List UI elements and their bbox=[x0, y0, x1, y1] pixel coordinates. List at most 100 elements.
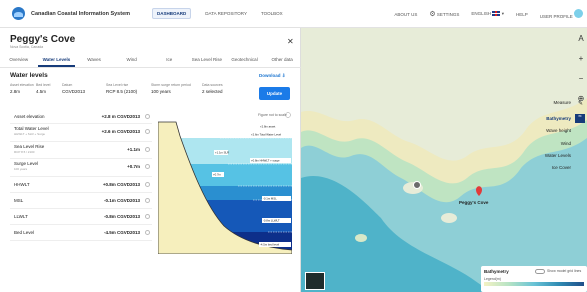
nav-toolbox[interactable]: TOOLBOX bbox=[261, 11, 283, 16]
zoom-in-button[interactable]: + bbox=[579, 54, 584, 63]
diagram-label: -0.8m LLWLT bbox=[263, 219, 280, 223]
legend-caption: Legend(m) bbox=[484, 277, 501, 281]
info-icon[interactable] bbox=[145, 198, 150, 203]
map-point-marker[interactable] bbox=[413, 181, 421, 189]
table-row: Asset elevation +2.8 m CGVD2013 bbox=[10, 110, 152, 124]
info-icon[interactable] bbox=[145, 147, 150, 152]
zoom-out-button[interactable]: − bbox=[579, 74, 584, 83]
layer-wind[interactable]: Wind bbox=[561, 141, 571, 146]
island bbox=[441, 213, 457, 223]
row-label: Total Water Level bbox=[14, 126, 49, 131]
table-row: Surge Level 100 years +0.7m bbox=[10, 159, 152, 177]
compass-icon[interactable]: A bbox=[578, 34, 583, 43]
bed-level-field[interactable]: Bed level 4.5m bbox=[36, 83, 50, 94]
page-title: Peggy's Cove bbox=[10, 34, 76, 45]
bathymetry-map bbox=[301, 28, 587, 292]
row-value: +2.8 m CGVD2013 bbox=[101, 114, 140, 119]
grid-lines-toggle[interactable] bbox=[535, 269, 545, 274]
row-value: +1.1m bbox=[127, 147, 140, 152]
user-profile-button[interactable]: USER PROFILE bbox=[540, 9, 583, 19]
tab-water-levels[interactable]: Water Levels bbox=[37, 54, 76, 67]
avatar bbox=[574, 9, 583, 18]
layer-water-levels[interactable]: Water Levels bbox=[545, 153, 571, 158]
map-legend: Bathymetry Show model grid lines Legend(… bbox=[481, 266, 587, 292]
layer-measure[interactable]: Measure bbox=[553, 100, 571, 105]
table-row: Bed Level -4.5m CGVD2013 bbox=[10, 225, 152, 241]
page-subtitle: Nova Scotia, Canada bbox=[10, 45, 44, 49]
language-selector[interactable]: ENGLISH ▾ bbox=[471, 11, 504, 17]
storm-surge-select[interactable]: Storm surge return period 100 years bbox=[151, 83, 191, 94]
info-icon[interactable] bbox=[145, 214, 150, 219]
row-label: Asset elevation bbox=[14, 114, 45, 119]
uk-flag-icon bbox=[492, 11, 501, 17]
layer-wave-height[interactable]: Wave height bbox=[546, 128, 571, 133]
row-label: Surge Level bbox=[14, 161, 39, 166]
diagram-note: Figure not to scale bbox=[258, 113, 287, 117]
nav-dashboard[interactable]: DASHBOARD bbox=[152, 8, 192, 19]
diagram-label: +1.1m SLR bbox=[215, 151, 229, 155]
water-level-controls: Asset elevation 2.8m Bed level 4.5m Datum C… bbox=[10, 83, 270, 101]
table-row: LLWLT -0.8m CGVD2013 bbox=[10, 209, 152, 225]
help-link[interactable]: HELP bbox=[516, 12, 528, 17]
download-button[interactable]: Download ⇩ bbox=[259, 73, 286, 79]
grid-lines-label: Show model grid lines bbox=[547, 269, 582, 273]
info-icon[interactable] bbox=[145, 182, 150, 187]
control-label: Storm surge return period bbox=[151, 83, 191, 87]
location-panel: Peggy's Cove Nova Scotia, Canada ✕ Overv… bbox=[0, 28, 301, 292]
row-value: +0.7m bbox=[127, 164, 140, 169]
tab-ice[interactable]: Ice bbox=[151, 54, 189, 67]
sea-level-rise-select[interactable]: Sea Level rise RCP 8.5 (2100) bbox=[106, 83, 137, 94]
row-label: HHWLT bbox=[14, 182, 30, 187]
panel-tabs: Overview Water Levels Waves Wind Ice Sea… bbox=[0, 54, 301, 68]
diagram-label: +0.7m bbox=[213, 173, 222, 177]
table-row: Total Water Level HHWLT + SLR + Surge +2.6… bbox=[10, 124, 152, 142]
settings-label: SETTINGS bbox=[436, 12, 460, 17]
asset-elevation-field[interactable]: Asset elevation 2.8m bbox=[10, 83, 34, 94]
about-link[interactable]: ABOUT US bbox=[394, 12, 417, 17]
language-label: ENGLISH bbox=[471, 11, 492, 16]
tab-waves[interactable]: Waves bbox=[75, 54, 113, 67]
tab-sea-level-rise[interactable]: Sea Level Rise bbox=[188, 54, 226, 67]
control-label: Bed level bbox=[36, 83, 51, 87]
basemap-thumbnail[interactable] bbox=[305, 272, 325, 290]
island bbox=[355, 234, 367, 242]
info-icon[interactable] bbox=[145, 230, 150, 235]
row-label: LLWLT bbox=[14, 214, 28, 219]
row-label: Sea Level Rise bbox=[14, 144, 45, 149]
tab-wind[interactable]: Wind bbox=[113, 54, 151, 67]
map-controls: A + − ⊕ bbox=[575, 34, 587, 103]
row-value: -4.5m CGVD2013 bbox=[103, 230, 140, 235]
control-value: RCP 8.5 (2100) bbox=[106, 89, 138, 94]
nav-data-repository[interactable]: DATA REPOSITORY bbox=[205, 11, 247, 16]
table-row: HHWLT +0.8m CGVD2013 bbox=[10, 177, 152, 193]
info-icon[interactable] bbox=[145, 129, 150, 134]
control-value: 4.5m bbox=[36, 89, 47, 94]
download-label: Download bbox=[259, 73, 281, 78]
update-button[interactable]: Update bbox=[259, 87, 290, 100]
layer-ice-cover[interactable]: Ice Cover bbox=[552, 165, 571, 170]
top-navigation-bar: Canadian Coastal Information System DASH… bbox=[0, 0, 587, 28]
info-icon[interactable] bbox=[145, 164, 150, 169]
map-place-label: Peggy's Cove bbox=[459, 200, 489, 205]
ccis-logo-icon[interactable] bbox=[12, 7, 25, 20]
water-level-diagram: Figure not to scale +2.8m asset +2.6m To… bbox=[158, 110, 292, 254]
layer-bathymetry[interactable]: Bathymetry bbox=[546, 116, 571, 121]
ruler-icon[interactable]: ✎ bbox=[578, 100, 583, 107]
close-icon[interactable]: ✕ bbox=[287, 37, 294, 46]
data-sources-select[interactable]: Data sources 2 selected bbox=[202, 83, 223, 94]
brand-title[interactable]: Canadian Coastal Information System bbox=[31, 11, 130, 17]
row-value: -0.1m CGVD2013 bbox=[103, 198, 140, 203]
info-icon[interactable] bbox=[145, 114, 150, 119]
bathymetry-icon[interactable]: ≈ bbox=[575, 114, 585, 123]
user-profile-label: USER PROFILE bbox=[539, 14, 573, 19]
settings-button[interactable]: ⚙ SETTINGS bbox=[429, 10, 459, 18]
tab-geotechnical[interactable]: Geotechnical bbox=[226, 54, 264, 67]
gear-icon: ⚙ bbox=[429, 11, 436, 18]
row-value: +2.6 m CGVD2013 bbox=[101, 129, 140, 134]
diagram-label: +2.8m asset bbox=[260, 125, 276, 129]
tab-overview[interactable]: Overview bbox=[0, 54, 38, 67]
datum-select[interactable]: Datum CGVD2013 bbox=[62, 83, 85, 94]
map-view[interactable]: Peggy's Cove A + − ⊕ Measure ✎ Bathymetr… bbox=[301, 28, 587, 292]
tab-other-data[interactable]: Other data bbox=[263, 54, 301, 67]
control-value: 2 selected bbox=[202, 89, 223, 94]
